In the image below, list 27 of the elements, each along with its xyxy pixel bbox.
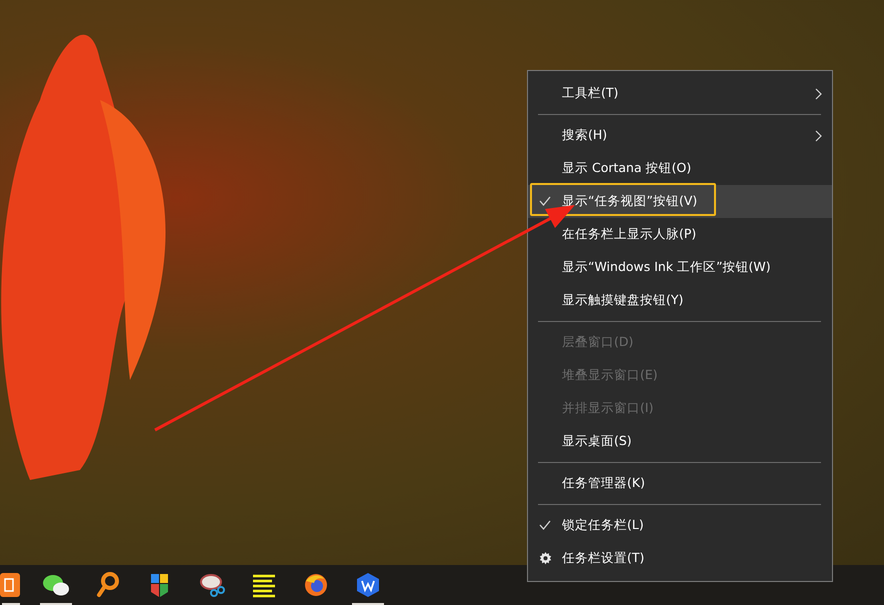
menu-item[interactable]: 显示“任务视图”按钮(V) [528, 185, 832, 218]
menu-item[interactable]: 显示 Cortana 按钮(O) [528, 152, 832, 185]
menu-item-label: 层叠窗口(D) [562, 334, 634, 351]
menu-item[interactable]: 显示触摸键盘按钮(Y) [528, 284, 832, 317]
menu-item-label: 在任务栏上显示人脉(P) [562, 226, 696, 243]
menu-item[interactable]: 锁定任务栏(L) [528, 509, 832, 542]
settings-icon [539, 552, 552, 565]
menu-item-label: 搜索(H) [562, 127, 608, 144]
menu-item[interactable]: 工具栏(T) [528, 77, 832, 110]
menu-item-label: 显示 Cortana 按钮(O) [562, 160, 692, 177]
menu-item[interactable]: 任务栏设置(T) [528, 542, 832, 575]
menu-item-label: 锁定任务栏(L) [562, 517, 644, 534]
menu-item[interactable]: 显示桌面(S) [528, 425, 832, 458]
menu-item-label: 并排显示窗口(I) [562, 400, 654, 417]
menu-item-label: 显示“Windows Ink 工作区”按钮(W) [562, 259, 771, 276]
menu-item-label: 显示桌面(S) [562, 433, 632, 450]
app-icon [0, 573, 20, 597]
menu-item[interactable]: 任务管理器(K) [528, 467, 832, 500]
menu-item-label: 工具栏(T) [562, 85, 618, 102]
menu-item-label: 显示触摸键盘按钮(Y) [562, 292, 684, 309]
menu-item-label: 任务栏设置(T) [562, 550, 644, 567]
menu-item-label: 显示“任务视图”按钮(V) [562, 193, 698, 210]
menu-item[interactable]: 搜索(H) [528, 119, 832, 152]
menu-item[interactable]: 在任务栏上显示人脉(P) [528, 218, 832, 251]
menu-item-label: 堆叠显示窗口(E) [562, 367, 658, 384]
menu-item[interactable]: 显示“Windows Ink 工作区”按钮(W) [528, 251, 832, 284]
menu-item-label: 任务管理器(K) [562, 475, 645, 492]
